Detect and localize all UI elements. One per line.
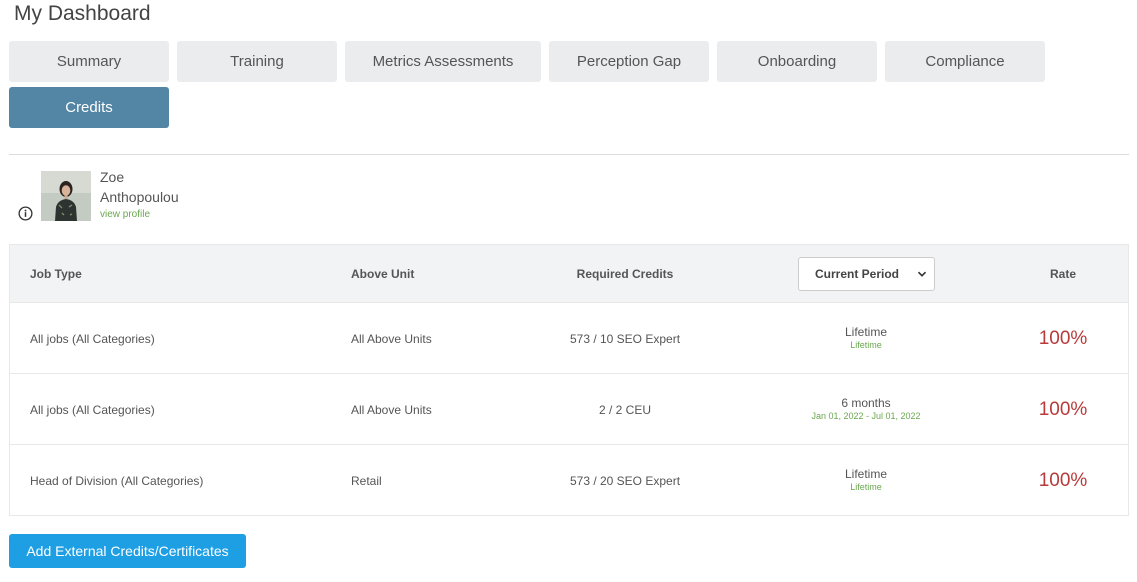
cell-period: Lifetime Lifetime — [766, 303, 966, 374]
period-detail: Lifetime — [850, 340, 882, 350]
avatar — [41, 171, 91, 221]
section-divider — [9, 154, 1129, 155]
period-select[interactable]: Current Period — [798, 257, 935, 291]
period-select-value: Current Period — [815, 267, 900, 281]
cell-rate: 100% — [1038, 469, 1088, 491]
tab-onboarding[interactable]: Onboarding — [717, 41, 877, 82]
cell-above-unit: Retail — [351, 473, 382, 488]
tab-training[interactable]: Training — [177, 41, 337, 82]
period-label: Lifetime — [844, 467, 888, 481]
page-title: My Dashboard — [14, 2, 151, 25]
cell-job-type: All jobs (All Categories) — [30, 402, 155, 417]
tab-metrics-assessments[interactable]: Metrics Assessments — [345, 41, 541, 82]
period-label: Lifetime — [844, 325, 888, 339]
cell-job-type: All jobs (All Categories) — [30, 331, 155, 346]
chevron-down-icon — [917, 271, 927, 277]
cell-required-credits: 573 / 20 SEO Expert — [569, 473, 681, 488]
cell-required-credits: 573 / 10 SEO Expert — [569, 331, 681, 346]
cell-period: Lifetime Lifetime — [766, 445, 966, 516]
table-row: All jobs (All Categories) All Above Unit… — [10, 302, 1128, 373]
cell-above-unit: All Above Units — [351, 402, 432, 417]
cell-job-type: Head of Division (All Categories) — [30, 473, 204, 488]
user-first-name: Zoe — [100, 169, 125, 185]
table-header: Job Type Above Unit Required Credits Cur… — [10, 245, 1128, 302]
view-profile-link[interactable]: view profile — [100, 209, 150, 220]
column-header-above-unit: Above Unit — [351, 266, 415, 281]
cell-rate: 100% — [1038, 327, 1088, 349]
cell-period: 6 months Jan 01, 2022 - Jul 01, 2022 — [766, 374, 966, 445]
user-last-name: Anthopoulou — [100, 189, 179, 205]
credits-table: Job Type Above Unit Required Credits Cur… — [9, 244, 1129, 516]
period-label: 6 months — [841, 396, 891, 410]
tab-perception-gap[interactable]: Perception Gap — [549, 41, 709, 82]
add-external-credits-button[interactable]: Add External Credits/Certificates — [9, 534, 246, 568]
period-detail: Lifetime — [850, 482, 882, 492]
info-icon[interactable] — [18, 206, 33, 221]
tab-compliance[interactable]: Compliance — [885, 41, 1045, 82]
tab-credits[interactable]: Credits — [9, 87, 169, 128]
column-header-rate: Rate — [1049, 266, 1076, 281]
period-detail: Jan 01, 2022 - Jul 01, 2022 — [811, 411, 921, 421]
column-header-job-type: Job Type — [30, 266, 82, 281]
table-row: All jobs (All Categories) All Above Unit… — [10, 373, 1128, 444]
table-row: Head of Division (All Categories) Retail… — [10, 444, 1128, 515]
column-header-required-credits: Required Credits — [576, 266, 674, 281]
cell-rate: 100% — [1038, 398, 1088, 420]
cell-above-unit: All Above Units — [351, 331, 432, 346]
cell-required-credits: 2 / 2 CEU — [598, 402, 652, 417]
tab-summary[interactable]: Summary — [9, 41, 169, 82]
